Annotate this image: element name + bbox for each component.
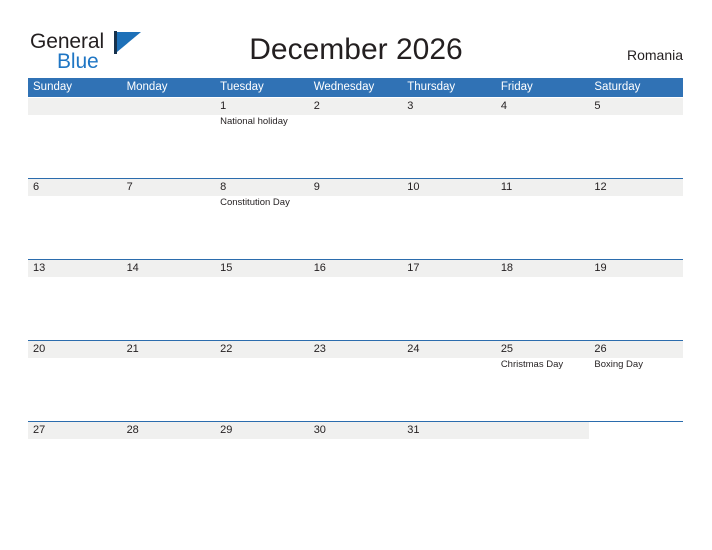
day-cell[interactable]: 21 <box>122 340 216 421</box>
day-cell[interactable]: 20 <box>28 340 122 421</box>
week-row: 27 28 29 30 31 <box>28 421 683 502</box>
day-cell[interactable]: 26 Boxing Day <box>589 340 683 421</box>
day-cell[interactable]: 16 <box>309 259 403 340</box>
day-event: Christmas Day <box>500 359 564 370</box>
day-cell[interactable]: 15 <box>215 259 309 340</box>
page-header: General Blue December 2026 Romania <box>0 0 712 78</box>
day-event: Boxing Day <box>594 359 643 370</box>
day-header-wednesday: Wednesday <box>313 81 375 93</box>
day-number: 15 <box>220 262 233 274</box>
day-cell[interactable]: 30 <box>309 421 403 502</box>
day-number: 19 <box>594 262 607 274</box>
day-cell[interactable]: 2 <box>309 97 403 178</box>
day-cell[interactable]: 10 <box>402 178 496 259</box>
country-label: Romania <box>626 47 683 63</box>
day-number: 23 <box>313 343 326 355</box>
day-cell[interactable]: 28 <box>122 421 216 502</box>
day-number: 13 <box>33 262 46 274</box>
day-event: National holiday <box>220 116 288 127</box>
day-cell[interactable]: 5 <box>589 97 683 178</box>
day-number: 16 <box>313 262 326 274</box>
day-cell[interactable]: 12 <box>589 178 683 259</box>
day-cell[interactable] <box>122 97 216 178</box>
day-number: 27 <box>33 424 46 436</box>
day-cell[interactable]: 11 <box>496 178 590 259</box>
day-number: 2 <box>313 100 320 112</box>
day-cell[interactable]: 31 <box>402 421 496 502</box>
day-cell[interactable]: 7 <box>122 178 216 259</box>
day-number: 6 <box>33 181 40 193</box>
day-number: 18 <box>500 262 514 274</box>
day-cell[interactable]: 19 <box>589 259 683 340</box>
day-number: 5 <box>594 100 601 112</box>
day-number: 22 <box>220 343 233 355</box>
day-header-saturday: Saturday <box>594 81 641 93</box>
week-row: 13 14 15 16 17 18 19 <box>28 259 683 340</box>
day-cell[interactable]: 29 <box>215 421 309 502</box>
day-header-tuesday: Tuesday <box>220 81 264 93</box>
day-cell[interactable]: 13 <box>28 259 122 340</box>
day-cell[interactable]: 9 <box>309 178 403 259</box>
day-header-sunday: Sunday <box>33 81 73 93</box>
day-number: 12 <box>594 181 607 193</box>
day-cell[interactable]: 1 National holiday <box>215 97 309 178</box>
week-row: 6 7 8 Constitution Day 9 10 11 12 <box>28 178 683 259</box>
day-number: 10 <box>407 181 420 193</box>
day-number: 8 <box>220 181 227 193</box>
day-event: Constitution Day <box>220 197 290 208</box>
calendar-page: General Blue December 2026 Romania Sunda… <box>0 0 712 550</box>
day-cell[interactable]: 24 <box>402 340 496 421</box>
day-cell[interactable] <box>496 421 590 502</box>
day-number: 24 <box>407 343 420 355</box>
day-cell[interactable] <box>28 97 122 178</box>
day-cell[interactable]: 14 <box>122 259 216 340</box>
day-number: 14 <box>126 262 139 274</box>
day-number: 31 <box>407 424 420 436</box>
day-header-monday: Monday <box>126 81 168 93</box>
day-number: 4 <box>500 100 507 112</box>
day-number: 17 <box>407 262 420 274</box>
day-cell[interactable]: 18 <box>496 259 590 340</box>
day-header-friday: Friday <box>500 81 533 93</box>
day-number: 7 <box>126 181 133 193</box>
day-cell[interactable]: 22 <box>215 340 309 421</box>
day-number: 9 <box>313 181 320 193</box>
page-title: December 2026 <box>249 33 463 66</box>
day-cell[interactable]: 25 Christmas Day <box>496 340 590 421</box>
day-cell[interactable]: 23 <box>309 340 403 421</box>
day-cell[interactable]: 3 <box>402 97 496 178</box>
week-row: 20 21 22 23 24 25 Christmas Day 26 Boxin… <box>28 340 683 421</box>
day-cell[interactable]: 27 <box>28 421 122 502</box>
week-row: 1 National holiday 2 3 4 5 <box>28 97 683 178</box>
day-number: 26 <box>594 343 607 355</box>
day-cell[interactable]: 6 <box>28 178 122 259</box>
day-cell[interactable]: 17 <box>402 259 496 340</box>
day-of-week-header-row: Sunday Monday Tuesday Wednesday Thursday… <box>28 78 683 97</box>
day-number: 21 <box>126 343 139 355</box>
day-number: 11 <box>500 181 513 193</box>
day-cell[interactable]: 4 <box>496 97 590 178</box>
day-number: 30 <box>313 424 326 436</box>
day-cell[interactable]: 8 Constitution Day <box>215 178 309 259</box>
day-cell[interactable] <box>589 421 683 502</box>
day-number: 29 <box>220 424 233 436</box>
day-header-thursday: Thursday <box>407 81 456 93</box>
calendar-grid: Sunday Monday Tuesday Wednesday Thursday… <box>28 78 683 502</box>
day-number: 20 <box>33 343 46 355</box>
day-number: 25 <box>500 343 514 355</box>
day-number: 1 <box>220 100 227 112</box>
day-number: 28 <box>126 424 139 436</box>
day-number: 3 <box>407 100 414 112</box>
